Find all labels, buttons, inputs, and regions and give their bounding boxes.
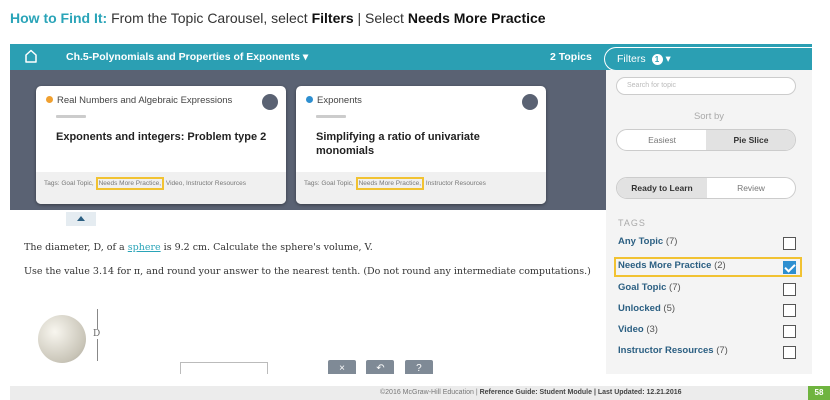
card-title: Exponents and integers: Problem type 2 bbox=[56, 131, 267, 143]
favorite-icon[interactable] bbox=[262, 94, 278, 110]
tags-heading: TAGS bbox=[618, 218, 646, 228]
card-tags: Tags: Goal Topic, Needs More Practice, I… bbox=[296, 172, 546, 204]
topic-card[interactable]: Exponents Simplifying a ratio of univari… bbox=[296, 86, 546, 204]
chapter-title: Ch.5-Polynomials and Properties of Expon… bbox=[66, 51, 300, 63]
headline-text-1: From the Topic Carousel, select bbox=[111, 10, 308, 26]
progress-dash bbox=[56, 115, 86, 118]
category-dot-icon bbox=[46, 96, 53, 103]
headline: How to Find It: From the Topic Carousel,… bbox=[10, 10, 546, 26]
chevron-down-icon: ▾ bbox=[665, 53, 671, 65]
sort-toggle: Easiest Pie Slice bbox=[616, 129, 796, 151]
answer-input[interactable] bbox=[180, 362, 268, 374]
needs-more-practice-tag: Needs More Practice, bbox=[95, 177, 165, 190]
sphere-link[interactable]: sphere bbox=[128, 242, 161, 253]
page-number: 58 bbox=[808, 386, 830, 400]
card-title: Simplifying a ratio of univariate monomi… bbox=[316, 131, 480, 157]
chapter-dropdown[interactable]: Ch.5-Polynomials and Properties of Expon… bbox=[66, 51, 308, 63]
answer-tools: × ↶ ? bbox=[328, 358, 439, 374]
footer: ©2016 McGraw-Hill Education | Reference … bbox=[10, 386, 830, 400]
sort-pie-slice-button[interactable]: Pie Slice bbox=[706, 130, 795, 150]
card-category: Exponents bbox=[306, 95, 362, 106]
home-icon[interactable] bbox=[24, 49, 38, 63]
filter-goal-topic[interactable]: Goal Topic (7) bbox=[618, 282, 798, 300]
sort-easiest-button[interactable]: Easiest bbox=[617, 130, 707, 150]
filter-needs-more-practice[interactable]: Needs More Practice (2) bbox=[618, 260, 798, 278]
needs-more-practice-tag: Needs More Practice, bbox=[355, 177, 425, 190]
filter-unlocked[interactable]: Unlocked (5) bbox=[618, 303, 798, 321]
headline-separator: | bbox=[357, 10, 362, 26]
filters-count-badge: 1 bbox=[651, 54, 663, 65]
question-line-2: Use the value 3.14 for π, and round your… bbox=[24, 266, 591, 277]
topic-count: 2 Topics bbox=[550, 51, 592, 63]
category-dot-icon bbox=[306, 96, 313, 103]
clear-button[interactable]: × bbox=[328, 360, 356, 374]
checkbox[interactable] bbox=[783, 346, 796, 359]
question-line-1: The diameter, D, of a sphere is 9.2 cm. … bbox=[24, 242, 373, 253]
chevron-up-icon bbox=[77, 216, 85, 221]
filters-panel: Search for topic Sort by Easiest Pie Sli… bbox=[606, 70, 812, 374]
headline-text-2: Select bbox=[365, 10, 404, 26]
favorite-icon[interactable] bbox=[522, 94, 538, 110]
undo-button[interactable]: ↶ bbox=[366, 360, 395, 374]
sort-by-label: Sort by bbox=[693, 111, 725, 122]
filter-instructor-resources[interactable]: Instructor Resources (7) bbox=[618, 345, 798, 363]
help-button[interactable]: ? bbox=[404, 360, 433, 374]
topic-search-input[interactable]: Search for topic bbox=[616, 77, 796, 95]
checkbox[interactable] bbox=[783, 325, 796, 338]
headline-lead: How to Find It: bbox=[10, 10, 108, 26]
checkbox[interactable] bbox=[783, 304, 796, 317]
filter-any-topic[interactable]: Any Topic (7) bbox=[618, 236, 798, 254]
top-bar: Ch.5-Polynomials and Properties of Expon… bbox=[10, 44, 812, 71]
ready-to-learn-button[interactable]: Ready to Learn bbox=[617, 178, 707, 198]
review-button[interactable]: Review bbox=[706, 178, 795, 198]
diameter-label: D bbox=[93, 329, 101, 339]
checkbox-checked[interactable] bbox=[783, 261, 796, 274]
chevron-down-icon: ▾ bbox=[302, 51, 309, 63]
app-window: Ch.5-Polynomials and Properties of Expon… bbox=[10, 44, 812, 374]
status-toggle: Ready to Learn Review bbox=[616, 177, 796, 199]
collapse-carousel-button[interactable] bbox=[66, 212, 96, 226]
checkbox[interactable] bbox=[783, 237, 796, 250]
filters-button[interactable]: Filters 1 ▾ bbox=[604, 47, 812, 71]
sphere-diagram bbox=[38, 315, 86, 363]
headline-filters: Filters bbox=[311, 10, 354, 26]
topic-carousel: Real Numbers and Algebraic Expressions E… bbox=[10, 70, 606, 210]
checkbox[interactable] bbox=[783, 283, 796, 296]
card-category: Real Numbers and Algebraic Expressions bbox=[46, 95, 232, 106]
filter-video[interactable]: Video (3) bbox=[618, 324, 798, 342]
topic-card[interactable]: Real Numbers and Algebraic Expressions E… bbox=[36, 86, 286, 204]
filters-label: Filters bbox=[617, 53, 646, 65]
headline-needs-more-practice: Needs More Practice bbox=[407, 10, 546, 26]
footer-text: ©2016 McGraw-Hill Education | Reference … bbox=[380, 389, 682, 396]
progress-dash bbox=[316, 115, 346, 118]
card-tags: Tags: Goal Topic, Needs More Practice, V… bbox=[36, 172, 286, 204]
